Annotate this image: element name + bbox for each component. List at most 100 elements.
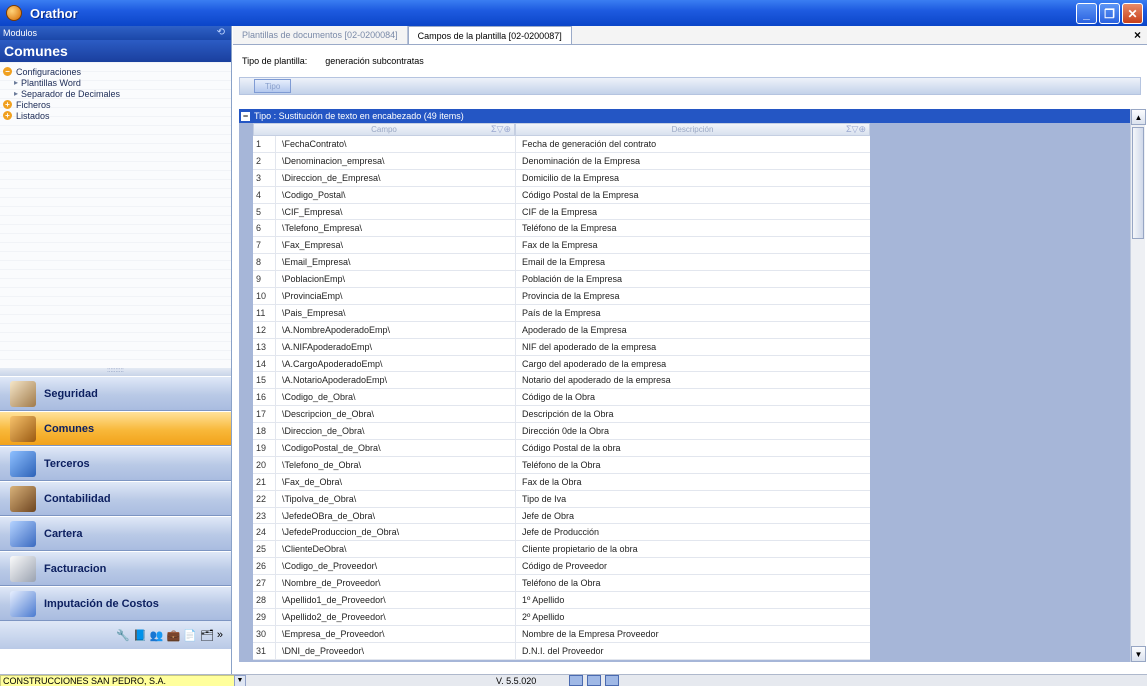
field-description-cell[interactable]: Email de la Empresa xyxy=(515,254,870,272)
table-row[interactable]: 16 \Codigo_de_Obra\ Código de la Obra xyxy=(239,389,1133,407)
table-row[interactable]: 1 \FechaContrato\ Fecha de generación del … xyxy=(239,136,1133,153)
field-code-cell[interactable]: \Telefono_Empresa\ xyxy=(275,220,515,238)
field-description-cell[interactable]: Teléfono de la Obra xyxy=(515,456,870,474)
field-description-cell[interactable]: D.N.I. del Proveedor xyxy=(515,642,870,660)
close-tab-icon[interactable]: × xyxy=(1134,28,1141,42)
table-row[interactable]: 19 \CodigoPostal_de_Obra\ Código Postal de… xyxy=(239,440,1133,457)
shortcut-icon[interactable]: 💼 xyxy=(167,629,181,642)
field-description-cell[interactable]: Cargo del apoderado de la empresa xyxy=(515,355,870,373)
table-row[interactable]: 22 \TipoIva_de_Obra\ Tipo de Iva xyxy=(239,490,1133,508)
vertical-scrollbar[interactable]: ▲ ▼ xyxy=(1130,109,1146,662)
table-row[interactable]: 27 \Nombre_de_Proveedor\ Teléfono de la Ob… xyxy=(239,575,1133,593)
pin-icon[interactable]: ⟲ xyxy=(217,27,225,38)
sum-filter-icon[interactable]: Σ▽⊕ xyxy=(491,124,511,135)
shortcut-icon[interactable]: 🗂 xyxy=(200,629,214,642)
status-icon[interactable] xyxy=(569,675,583,686)
field-description-cell[interactable]: Jefe de Obra xyxy=(515,507,870,525)
table-row[interactable]: 24 \JefedeProduccion_de_Obra\ Jefe de Prod… xyxy=(239,524,1133,542)
chevron-down-icon[interactable]: ▼ xyxy=(234,675,246,686)
field-description-cell[interactable]: Provincia de la Empresa xyxy=(515,288,870,305)
table-row[interactable]: 23 \JefedeOBra_de_Obra\ Jefe de Obra xyxy=(239,507,1133,525)
table-row[interactable]: 20 \Telefono_de_Obra\ Teléfono de la Obra xyxy=(239,456,1133,474)
field-description-cell[interactable]: Cliente propietario de la obra xyxy=(515,541,870,559)
field-code-cell[interactable]: \Denominacion_empresa\ xyxy=(275,152,515,170)
field-description-cell[interactable]: Población de la Empresa xyxy=(515,271,870,289)
table-row[interactable]: 30 \Empresa_de_Proveedor\ Nombre de la Emp… xyxy=(239,625,1133,643)
nav-contabilidad[interactable]: Contabilidad xyxy=(0,481,231,516)
field-code-cell[interactable]: \Apellido1_de_Proveedor\ xyxy=(275,592,515,609)
field-code-cell[interactable]: \JefedeProduccion_de_Obra\ xyxy=(275,524,515,542)
tab-plantillas-documentos[interactable]: Plantillas de documentos [02-0200084] xyxy=(233,26,408,44)
field-code-cell[interactable]: \Email_Empresa\ xyxy=(275,254,515,272)
grid-group-row[interactable]: − Tipo : Sustitución de texto en encabez… xyxy=(239,109,1133,123)
tab-campos-plantilla[interactable]: Campos de la plantilla [02-0200087] xyxy=(407,26,572,44)
expand-icon[interactable]: + xyxy=(3,100,12,109)
field-code-cell[interactable]: \Nombre_de_Proveedor\ xyxy=(275,575,515,593)
field-code-cell[interactable]: \A.NombreApoderadoEmp\ xyxy=(275,321,515,339)
field-code-cell[interactable]: \FechaContrato\ xyxy=(275,136,515,153)
field-description-cell[interactable]: Fax de la Obra xyxy=(515,473,870,491)
field-description-cell[interactable]: Código de la Obra xyxy=(515,389,870,407)
table-row[interactable]: 3 \Direccion_de_Empresa\ Domicilio de la E… xyxy=(239,169,1133,187)
field-code-cell[interactable]: \PoblacionEmp\ xyxy=(275,271,515,289)
tree-item-separador-decimales[interactable]: ▸ Separador de Decimales xyxy=(0,88,231,99)
field-code-cell[interactable]: \DNI_de_Proveedor\ xyxy=(275,642,515,660)
column-header-descripcion[interactable]: Descripción Σ▽⊕ xyxy=(515,123,870,136)
field-code-cell[interactable]: \A.NIFApoderadoEmp\ xyxy=(275,338,515,356)
field-description-cell[interactable]: Fax de la Empresa xyxy=(515,237,870,255)
field-code-cell[interactable]: \CIF_Empresa\ xyxy=(275,203,515,221)
close-button[interactable]: ✕ xyxy=(1122,3,1143,24)
field-code-cell[interactable]: \JefedeOBra_de_Obra\ xyxy=(275,507,515,525)
field-code-cell[interactable]: \Codigo_de_Obra\ xyxy=(275,389,515,407)
field-code-cell[interactable]: \A.CargoApoderadoEmp\ xyxy=(275,355,515,373)
nav-comunes[interactable]: Comunes xyxy=(0,411,231,446)
table-row[interactable]: 6 \Telefono_Empresa\ Teléfono de la Empres… xyxy=(239,220,1133,238)
field-description-cell[interactable]: Código de Proveedor xyxy=(515,558,870,576)
collapse-group-icon[interactable]: − xyxy=(241,111,250,121)
shortcut-icon[interactable]: 📘 xyxy=(133,629,147,642)
nav-facturacion[interactable]: Facturacion xyxy=(0,551,231,586)
field-description-cell[interactable]: Domicilio de la Empresa xyxy=(515,169,870,187)
panel-splitter[interactable]: :::::::::: xyxy=(0,368,231,376)
tree-item-configuraciones[interactable]: − Configuraciones xyxy=(0,66,231,77)
status-icon[interactable] xyxy=(587,675,601,686)
field-description-cell[interactable]: Denominación de la Empresa xyxy=(515,152,870,170)
field-code-cell[interactable]: \TipoIva_de_Obra\ xyxy=(275,490,515,508)
nav-terceros[interactable]: Terceros xyxy=(0,446,231,481)
field-description-cell[interactable]: 2º Apellido xyxy=(515,608,870,626)
field-code-cell[interactable]: \Direccion_de_Empresa\ xyxy=(275,169,515,187)
field-code-cell[interactable]: \CodigoPostal_de_Obra\ xyxy=(275,440,515,457)
field-code-cell[interactable]: \Descripcion_de_Obra\ xyxy=(275,406,515,424)
field-code-cell[interactable]: \Codigo_Postal\ xyxy=(275,186,515,204)
nav-cartera[interactable]: Cartera xyxy=(0,516,231,551)
restore-button[interactable]: ❐ xyxy=(1099,3,1120,24)
group-chip-tipo[interactable]: Tipo xyxy=(254,79,292,93)
field-description-cell[interactable]: Tipo de Iva xyxy=(515,490,870,508)
field-code-cell[interactable]: \Apellido2_de_Proveedor\ xyxy=(275,608,515,626)
table-row[interactable]: 13 \A.NIFApoderadoEmp\ NIF del apoderado d… xyxy=(239,338,1133,356)
table-row[interactable]: 15 \A.NotarioApoderadoEmp\ Notario del apo… xyxy=(239,372,1133,390)
overflow-chevron-icon[interactable]: » xyxy=(217,629,223,641)
table-row[interactable]: 28 \Apellido1_de_Proveedor\ 1º Apellido xyxy=(239,592,1133,609)
collapse-icon[interactable]: − xyxy=(3,67,12,76)
table-row[interactable]: 2 \Denominacion_empresa\ Denominación de l… xyxy=(239,152,1133,170)
company-selector[interactable]: CONSTRUCCIONES SAN PEDRO, S.A. xyxy=(0,675,246,686)
field-code-cell[interactable]: \Telefono_de_Obra\ xyxy=(275,456,515,474)
table-row[interactable]: 9 \PoblacionEmp\ Población de la Empresa xyxy=(239,271,1133,289)
field-description-cell[interactable]: Dirección 0de la Obra xyxy=(515,423,870,441)
field-code-cell[interactable]: \Codigo_de_Proveedor\ xyxy=(275,558,515,576)
field-description-cell[interactable]: Código Postal de la Empresa xyxy=(515,186,870,204)
field-description-cell[interactable]: 1º Apellido xyxy=(515,592,870,609)
status-icon[interactable] xyxy=(605,675,619,686)
table-row[interactable]: 25 \ClienteDeObra\ Cliente propietario de … xyxy=(239,541,1133,559)
scroll-thumb[interactable] xyxy=(1132,127,1144,239)
table-row[interactable]: 8 \Email_Empresa\ Email de la Empresa xyxy=(239,254,1133,272)
field-code-cell[interactable]: \ClienteDeObra\ xyxy=(275,541,515,559)
table-row[interactable]: 29 \Apellido2_de_Proveedor\ 2º Apellido xyxy=(239,608,1133,626)
tree-item-plantillas-word[interactable]: ▸ Plantillas Word xyxy=(0,77,231,88)
table-row[interactable]: 5 \CIF_Empresa\ CIF de la Empresa xyxy=(239,203,1133,221)
table-row[interactable]: 31 \DNI_de_Proveedor\ D.N.I. del Proveedor xyxy=(239,642,1133,660)
field-description-cell[interactable]: Nombre de la Empresa Proveedor xyxy=(515,625,870,643)
table-row[interactable]: 11 \Pais_Empresa\ País de la Empresa xyxy=(239,304,1133,322)
shortcut-icon[interactable]: 📄 xyxy=(183,629,197,642)
